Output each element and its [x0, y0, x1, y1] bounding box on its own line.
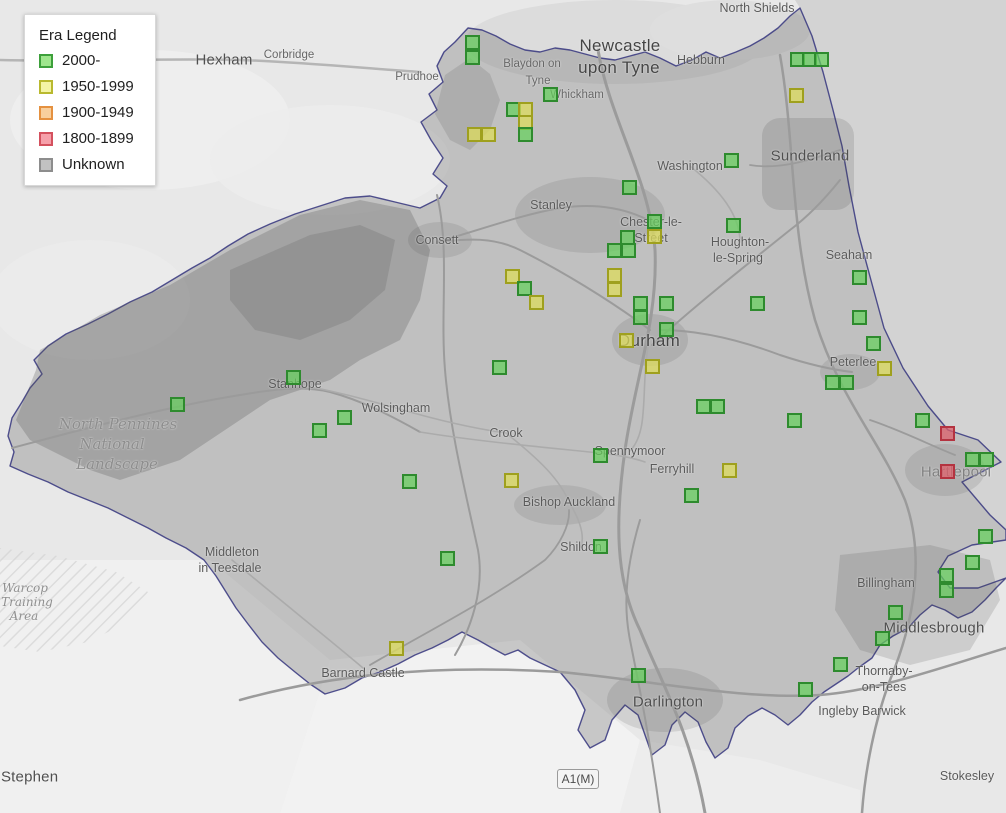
era-marker[interactable]: [750, 296, 765, 311]
era-marker[interactable]: [875, 631, 890, 646]
era-marker[interactable]: [518, 127, 533, 142]
era-marker[interactable]: [440, 551, 455, 566]
era-marker[interactable]: [543, 87, 558, 102]
legend-swatch: [39, 131, 53, 146]
legend-item: 2000-: [39, 53, 143, 68]
era-marker[interactable]: [504, 473, 519, 488]
era-marker[interactable]: [481, 127, 496, 142]
era-marker[interactable]: [825, 375, 840, 390]
era-marker[interactable]: [607, 282, 622, 297]
era-marker[interactable]: [833, 657, 848, 672]
era-marker[interactable]: [633, 296, 648, 311]
era-marker[interactable]: [593, 539, 608, 554]
era-marker[interactable]: [877, 361, 892, 376]
era-marker[interactable]: [645, 359, 660, 374]
legend-item: Unknown: [39, 157, 143, 172]
era-marker[interactable]: [633, 310, 648, 325]
map-canvas[interactable]: North Shields Newcastle upon Tyne Hexham Cor…: [0, 0, 1006, 813]
era-marker[interactable]: [593, 448, 608, 463]
era-marker[interactable]: [622, 180, 637, 195]
era-marker[interactable]: [852, 310, 867, 325]
legend-swatch: [39, 79, 53, 94]
era-marker[interactable]: [312, 423, 327, 438]
era-marker[interactable]: [465, 50, 480, 65]
legend-item-label: Unknown: [62, 156, 125, 173]
era-marker[interactable]: [467, 127, 482, 142]
era-marker[interactable]: [529, 295, 544, 310]
era-marker[interactable]: [940, 426, 955, 441]
era-marker[interactable]: [465, 35, 480, 50]
legend-item-label: 1900-1949: [62, 104, 134, 121]
legend-title: Era Legend: [39, 27, 117, 44]
legend-swatch: [39, 105, 53, 120]
era-marker[interactable]: [965, 452, 980, 467]
era-marker[interactable]: [726, 218, 741, 233]
era-marker[interactable]: [978, 529, 993, 544]
road-badge: A1(M): [557, 769, 599, 789]
era-marker[interactable]: [389, 641, 404, 656]
legend-item: 1950-1999: [39, 79, 143, 94]
era-marker[interactable]: [402, 474, 417, 489]
era-marker[interactable]: [621, 243, 636, 258]
era-marker[interactable]: [696, 399, 711, 414]
era-marker[interactable]: [659, 296, 674, 311]
era-marker[interactable]: [659, 322, 674, 337]
era-marker[interactable]: [619, 333, 634, 348]
era-marker[interactable]: [814, 52, 829, 67]
era-marker[interactable]: [647, 214, 662, 229]
era-marker[interactable]: [607, 243, 622, 258]
era-marker[interactable]: [965, 555, 980, 570]
era-marker[interactable]: [492, 360, 507, 375]
era-marker[interactable]: [286, 370, 301, 385]
legend-swatch: [39, 157, 53, 172]
era-marker[interactable]: [337, 410, 352, 425]
era-marker[interactable]: [684, 488, 699, 503]
legend-item: 1900-1949: [39, 105, 143, 120]
era-marker[interactable]: [798, 682, 813, 697]
era-marker[interactable]: [647, 229, 662, 244]
era-marker[interactable]: [852, 270, 867, 285]
legend-item-label: 1800-1899: [62, 130, 134, 147]
era-marker[interactable]: [839, 375, 854, 390]
era-marker[interactable]: [940, 464, 955, 479]
era-marker[interactable]: [888, 605, 903, 620]
era-marker[interactable]: [939, 568, 954, 583]
era-marker[interactable]: [631, 668, 646, 683]
era-marker[interactable]: [787, 413, 802, 428]
legend-item-label: 1950-1999: [62, 78, 134, 95]
legend-item: 1800-1899: [39, 131, 143, 146]
era-legend: Era Legend 2000- 1950-1999 1900-1949 1800-1…: [24, 14, 156, 186]
legend-swatch: [39, 53, 53, 68]
legend-item-label: 2000-: [62, 52, 101, 69]
era-marker[interactable]: [979, 452, 994, 467]
era-marker[interactable]: [517, 281, 532, 296]
era-marker[interactable]: [710, 399, 725, 414]
era-marker[interactable]: [170, 397, 185, 412]
era-marker[interactable]: [939, 583, 954, 598]
era-marker[interactable]: [722, 463, 737, 478]
legend-items: 2000- 1950-1999 1900-1949 1800-1899 Unknown: [38, 53, 143, 172]
era-marker[interactable]: [866, 336, 881, 351]
era-marker[interactable]: [607, 268, 622, 283]
era-marker[interactable]: [724, 153, 739, 168]
era-marker[interactable]: [915, 413, 930, 428]
era-marker[interactable]: [789, 88, 804, 103]
